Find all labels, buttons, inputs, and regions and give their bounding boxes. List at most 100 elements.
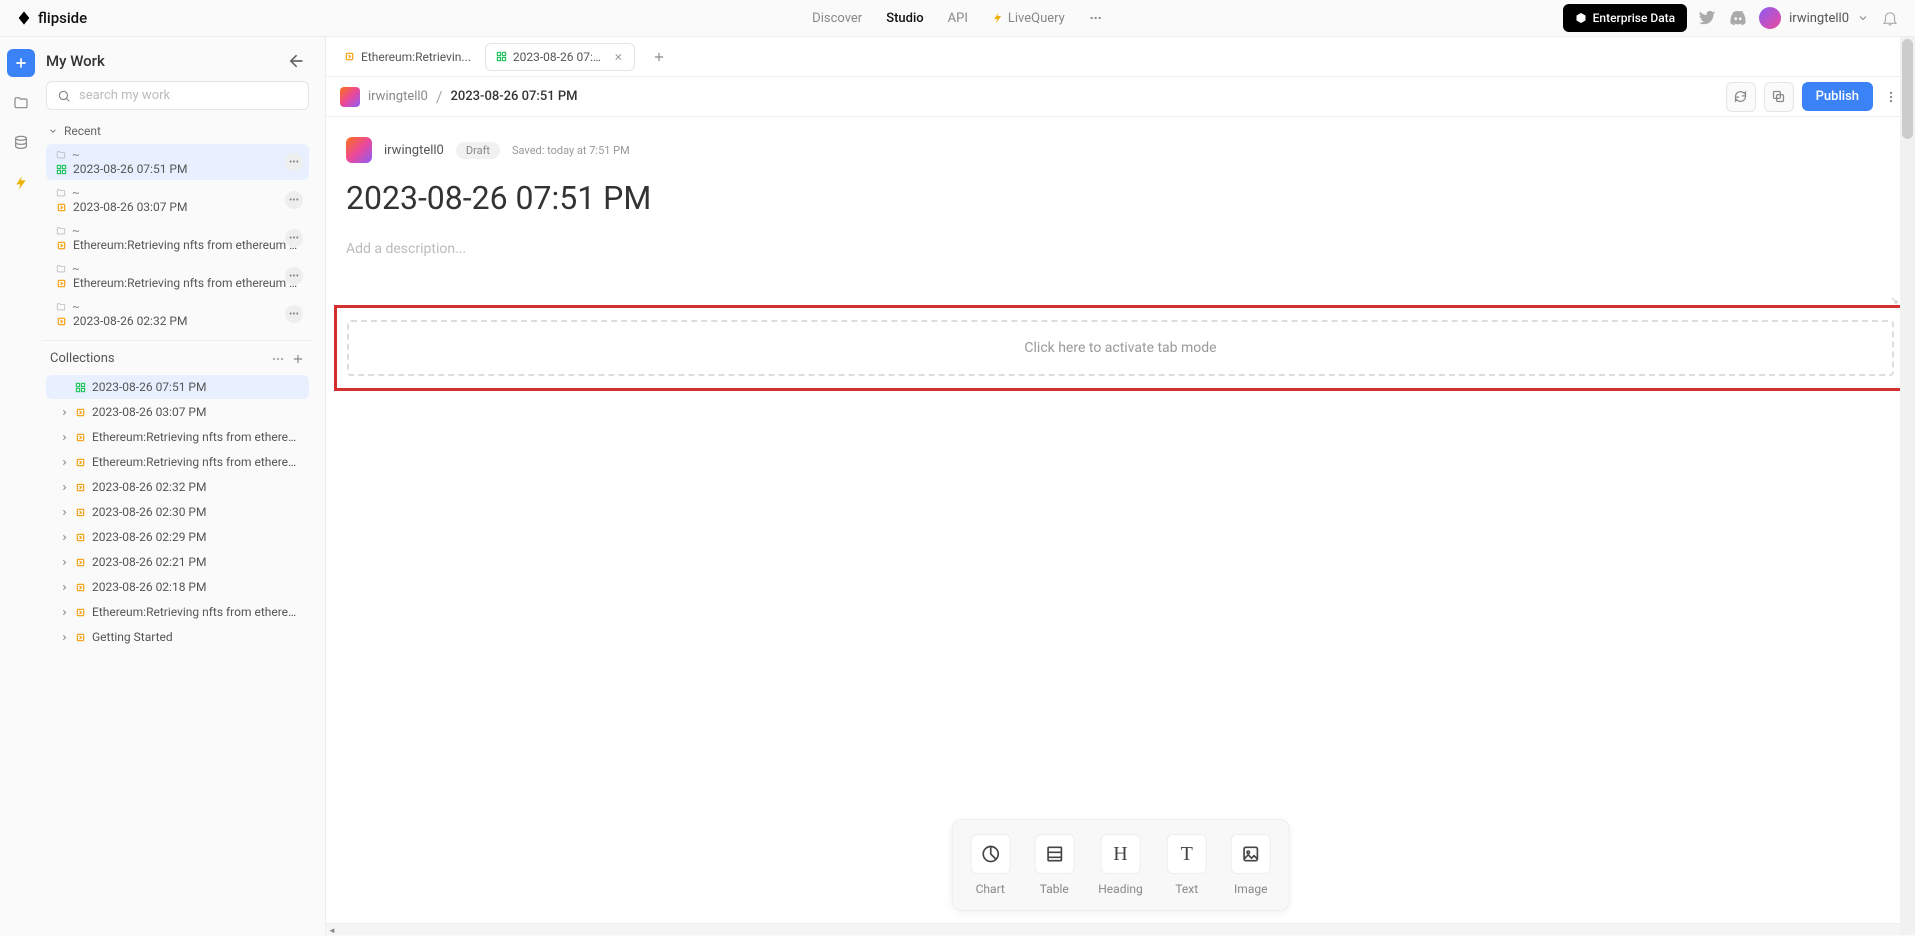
chevron-right-icon (60, 458, 69, 467)
chevron-right-icon (60, 433, 69, 442)
recent-section-header[interactable]: Recent (42, 120, 313, 142)
recent-item-more-button[interactable]: ••• (285, 229, 303, 247)
user-menu[interactable]: irwingtell0 (1759, 7, 1869, 29)
twitter-icon[interactable] (1699, 9, 1717, 27)
resize-handle-icon[interactable] (1887, 293, 1899, 305)
close-icon[interactable] (613, 51, 624, 63)
editor-area: Ethereum:Retrievin... 2023-08-26 07:51 ..… (325, 37, 1915, 935)
header-right: Enterprise Data irwingtell0 (1563, 4, 1899, 32)
username-label: irwingtell0 (1789, 11, 1849, 26)
insert-table-button[interactable]: Table (1034, 834, 1074, 896)
nav-api[interactable]: API (948, 11, 968, 26)
recent-item-more-button[interactable]: ••• (285, 191, 303, 209)
vertical-scrollbar[interactable] (1900, 37, 1915, 935)
recent-item[interactable]: ~Ethereum:Retrieving nfts from ethereum … (46, 220, 309, 256)
tab-label: 2023-08-26 07:51 ... (513, 50, 607, 64)
recent-item[interactable]: ~2023-08-26 03:07 PM••• (46, 182, 309, 218)
collection-item[interactable]: 2023-08-26 02:21 PM (46, 550, 309, 574)
more-horizontal-icon[interactable] (1089, 11, 1103, 25)
document-meta: irwingtell0 Draft Saved: today at 7:51 P… (346, 137, 1895, 163)
add-tab-button[interactable] (647, 45, 671, 69)
plus-icon (652, 50, 666, 64)
user-avatar (1759, 7, 1781, 29)
insert-text-button[interactable]: T Text (1167, 834, 1207, 896)
dashboard-icon (56, 164, 67, 175)
document-username[interactable]: irwingtell0 (384, 143, 444, 158)
collection-item[interactable]: 2023-08-26 02:29 PM (46, 525, 309, 549)
recent-item[interactable]: ~Ethereum:Retrieving nfts from ethereum … (46, 258, 309, 294)
more-horizontal-icon[interactable] (271, 352, 285, 366)
recent-label: Recent (64, 124, 101, 138)
copy-button[interactable] (1764, 82, 1794, 112)
nav-studio[interactable]: Studio (886, 11, 923, 26)
collection-item[interactable]: 2023-08-26 02:30 PM (46, 500, 309, 524)
enterprise-data-button[interactable]: Enterprise Data (1563, 4, 1688, 32)
insert-image-button[interactable]: Image (1231, 834, 1271, 896)
insert-image-label: Image (1234, 882, 1267, 896)
folder-icon (56, 226, 66, 236)
nav-livequery[interactable]: LiveQuery (992, 11, 1065, 26)
scroll-left-arrow-icon[interactable]: ◄ (326, 924, 338, 936)
document-avatar (346, 137, 372, 163)
insert-heading-button[interactable]: H Heading (1098, 834, 1143, 896)
horizontal-scrollbar[interactable]: ◄ ► (326, 923, 1915, 935)
document-description-placeholder[interactable]: Add a description... (346, 241, 1895, 257)
collection-item[interactable]: 2023-08-26 02:32 PM (46, 475, 309, 499)
query-icon (75, 407, 86, 418)
document-title[interactable]: 2023-08-26 07:51 PM (346, 179, 1895, 217)
publish-button[interactable]: Publish (1802, 82, 1873, 111)
bell-icon[interactable] (1881, 9, 1899, 27)
recent-item-name: 2023-08-26 03:07 PM (73, 200, 187, 214)
top-header: flipside Discover Studio API LiveQuery E… (0, 0, 1915, 37)
collection-item[interactable]: Ethereum:Retrieving nfts from ethereum..… (46, 450, 309, 474)
scrollbar-thumb[interactable] (1902, 39, 1913, 139)
my-work-rail-button[interactable] (7, 89, 35, 117)
recent-item-path: ~ (72, 148, 79, 161)
draft-badge: Draft (456, 142, 500, 159)
collection-item[interactable]: Ethereum:Retrieving nfts from ethereum..… (46, 425, 309, 449)
collection-item[interactable]: Getting Started (46, 625, 309, 649)
logo[interactable]: flipside (16, 9, 87, 27)
recent-item[interactable]: ~2023-08-26 02:32 PM••• (46, 296, 309, 332)
editor-tab[interactable]: 2023-08-26 07:51 ... (485, 43, 635, 71)
image-icon (1241, 844, 1261, 864)
livequery-rail-button[interactable] (7, 169, 35, 197)
search-input[interactable] (79, 88, 298, 103)
collapse-sidebar-icon[interactable] (285, 51, 305, 71)
query-icon (75, 532, 86, 543)
folder-icon (56, 188, 66, 198)
chevron-down-icon (48, 126, 58, 136)
collection-item[interactable]: 2023-08-26 03:07 PM (46, 400, 309, 424)
recent-item-more-button[interactable]: ••• (285, 153, 303, 171)
insert-toolbar: Chart Table H Heading T Text Image (951, 819, 1290, 911)
collection-item[interactable]: Ethereum:Retrieving nfts from ethereum..… (46, 600, 309, 624)
query-icon (75, 457, 86, 468)
lightning-icon (992, 12, 1004, 24)
activate-tab-mode-button[interactable]: Click here to activate tab mode (347, 320, 1894, 376)
recent-item-more-button[interactable]: ••• (285, 305, 303, 323)
recent-item-name: 2023-08-26 07:51 PM (73, 162, 187, 176)
insert-chart-button[interactable]: Chart (970, 834, 1010, 896)
discord-icon[interactable] (1729, 9, 1747, 27)
breadcrumb-user[interactable]: irwingtell0 (368, 89, 428, 104)
search-my-work[interactable] (46, 81, 309, 110)
collection-item[interactable]: 2023-08-26 07:51 PM (46, 375, 309, 399)
plus-icon[interactable] (291, 352, 305, 366)
more-vertical-icon (1884, 90, 1898, 104)
recent-item-more-button[interactable]: ••• (285, 267, 303, 285)
recent-item[interactable]: ~2023-08-26 07:51 PM ••• (46, 144, 309, 180)
more-vertical-button[interactable] (1881, 82, 1901, 112)
collection-item[interactable]: 2023-08-26 02:18 PM (46, 575, 309, 599)
recent-item-name: Ethereum:Retrieving nfts from ethereum f… (73, 238, 301, 252)
sidebar-header: My Work (42, 47, 313, 81)
saved-timestamp: Saved: today at 7:51 PM (512, 144, 630, 157)
recent-item-path: ~ (72, 224, 79, 237)
editor-tab[interactable]: Ethereum:Retrievin... (334, 43, 481, 71)
nav-discover[interactable]: Discover (812, 11, 862, 26)
refresh-button[interactable] (1726, 82, 1756, 112)
breadcrumb-title: 2023-08-26 07:51 PM (450, 89, 577, 104)
collection-item-name: 2023-08-26 02:18 PM (92, 580, 206, 594)
add-button[interactable] (7, 49, 35, 77)
data-rail-button[interactable] (7, 129, 35, 157)
lightning-icon (13, 175, 29, 191)
